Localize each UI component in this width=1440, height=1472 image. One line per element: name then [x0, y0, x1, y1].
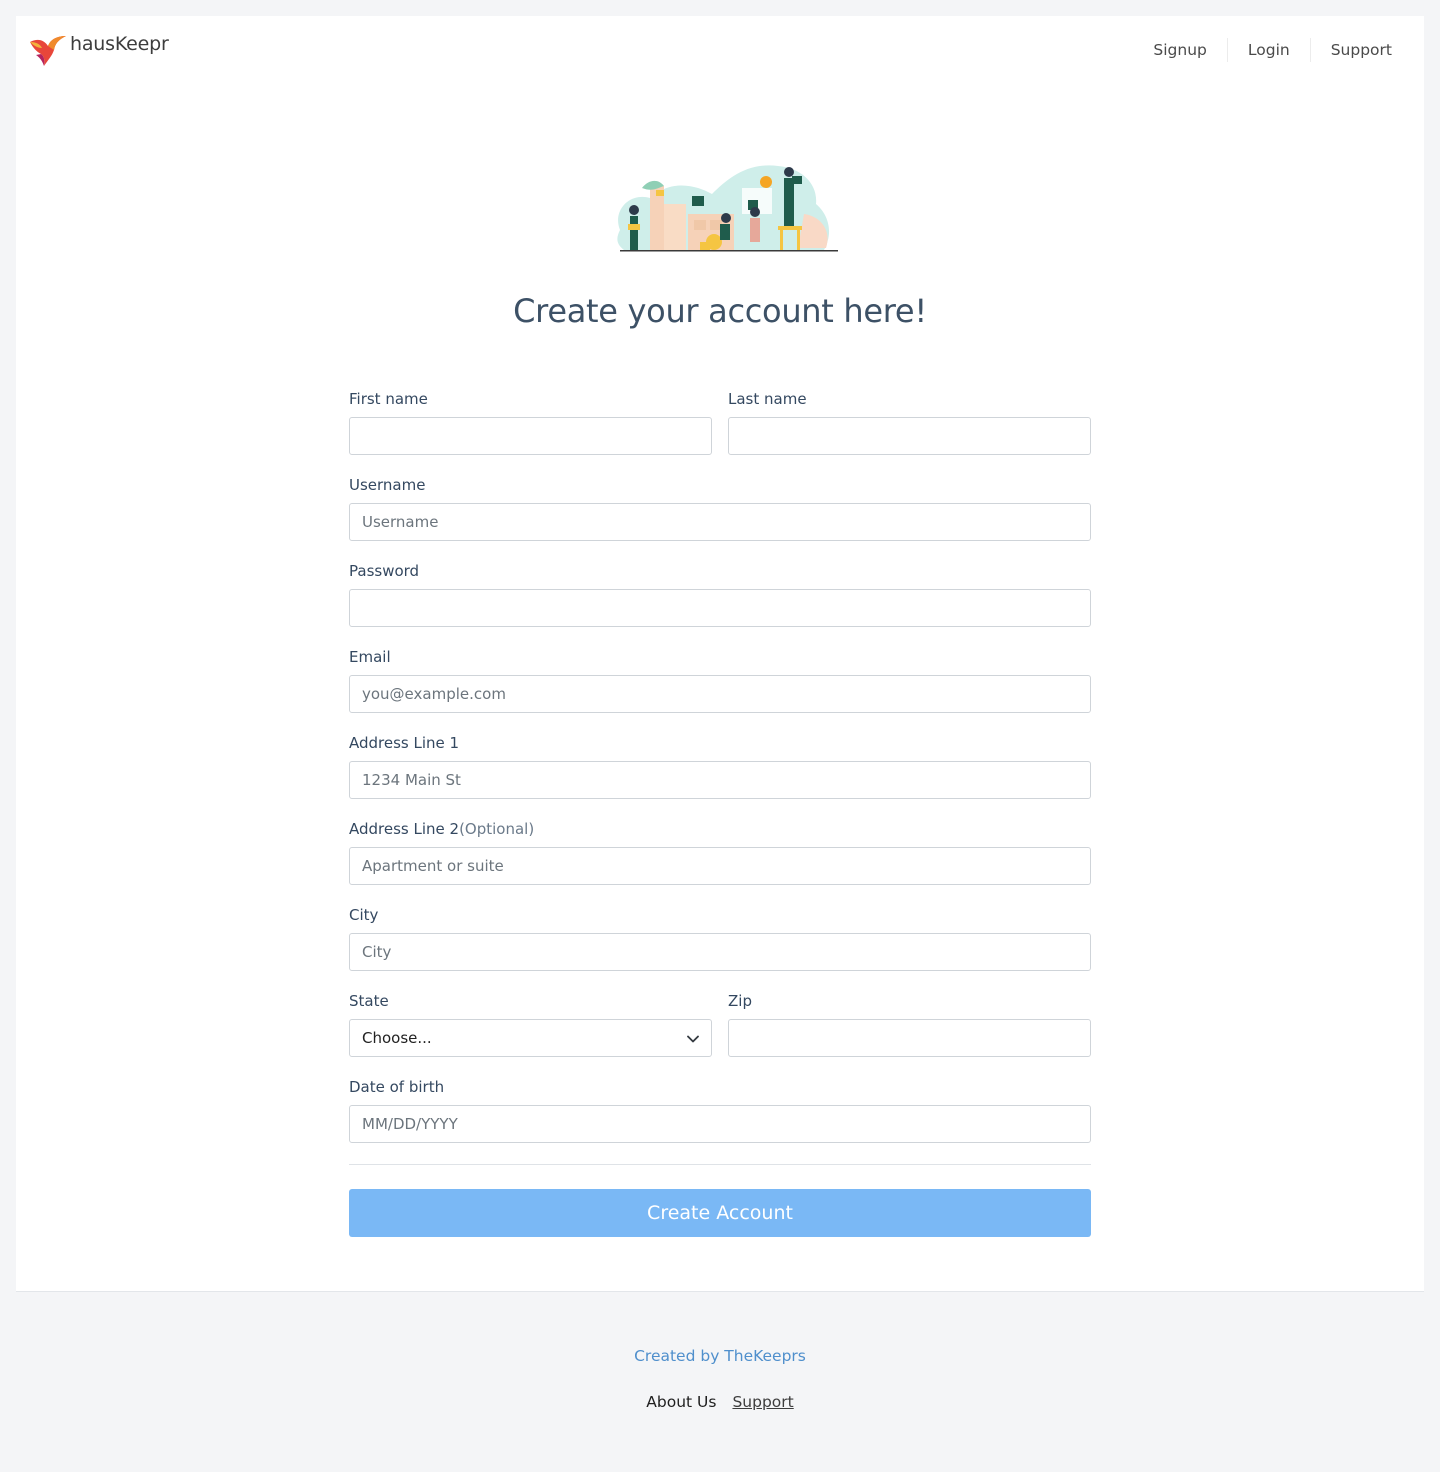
address1-label: Address Line 1: [349, 734, 460, 752]
create-account-button[interactable]: Create Account: [349, 1189, 1091, 1237]
city-input[interactable]: [349, 933, 1091, 971]
footer-credit[interactable]: Created by TheKeeprs: [0, 1347, 1440, 1365]
email-label: Email: [349, 648, 391, 666]
last-name-label: Last name: [728, 390, 807, 408]
page-title: Create your account here!: [513, 292, 927, 330]
password-label: Password: [349, 562, 420, 580]
bird-logo-icon: [28, 30, 68, 68]
password-input[interactable]: [349, 589, 1091, 627]
footer-links: About Us Support: [0, 1393, 1440, 1411]
state-select[interactable]: Choose...: [349, 1019, 712, 1057]
zip-input[interactable]: [728, 1019, 1091, 1057]
first-name-input[interactable]: [349, 417, 712, 455]
dob-input[interactable]: [349, 1105, 1091, 1143]
nav-signup[interactable]: Signup: [1133, 38, 1226, 62]
main-card: hausKeepr Signup Login Support Create yo…: [16, 16, 1424, 1292]
dob-label: Date of birth: [349, 1078, 445, 1096]
username-label: Username: [349, 476, 426, 494]
address1-input[interactable]: [349, 761, 1091, 799]
signup-form: First name Last name Username Password E…: [349, 390, 1091, 1237]
brand[interactable]: hausKeepr: [28, 30, 169, 68]
first-name-label: First name: [349, 390, 428, 408]
zip-label: Zip: [728, 992, 752, 1010]
footer-support-link[interactable]: Support: [732, 1393, 793, 1411]
home-workers-illustration: [602, 158, 854, 262]
footer-about-link[interactable]: About Us: [646, 1393, 716, 1411]
username-input[interactable]: [349, 503, 1091, 541]
optional-hint: (Optional): [459, 820, 535, 838]
city-label: City: [349, 906, 379, 924]
state-selected-value: Choose...: [362, 1029, 432, 1047]
top-nav: Signup Login Support: [1133, 38, 1412, 62]
address2-input[interactable]: [349, 847, 1091, 885]
address2-label: Address Line 2(Optional): [349, 820, 1091, 838]
address2-label-text: Address Line 2: [349, 820, 460, 838]
chevron-down-icon: [687, 1029, 699, 1047]
state-label: State: [349, 992, 389, 1010]
nav-support[interactable]: Support: [1309, 38, 1412, 62]
nav-login[interactable]: Login: [1226, 38, 1310, 62]
form-divider: [349, 1164, 1091, 1165]
email-input[interactable]: [349, 675, 1091, 713]
last-name-input[interactable]: [728, 417, 1091, 455]
brand-name: hausKeepr: [70, 33, 169, 55]
